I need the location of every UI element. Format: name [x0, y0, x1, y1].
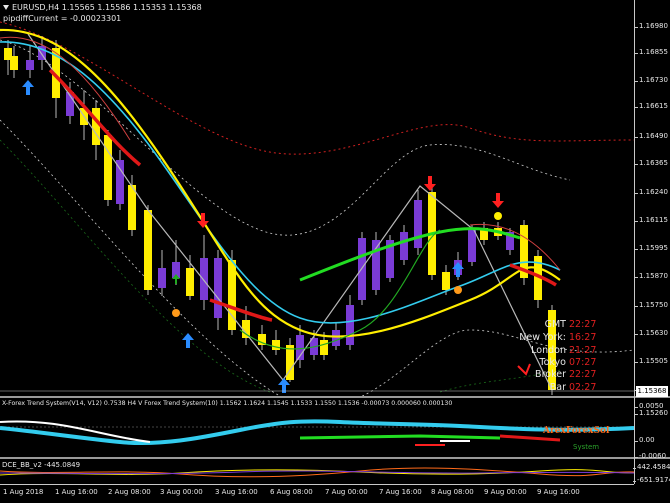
- price-tick-label: 1.16490: [635, 132, 668, 140]
- brand-sub-label: System: [573, 443, 600, 451]
- price-axis[interactable]: 1.16980 1.16855 1.16730 1.16615 1.16490 1.163…: [632, 0, 670, 484]
- mt4-chart-window: EURUSD,H4 1.15565 1.15586 1.15353 1.1536…: [0, 0, 670, 502]
- dce-bb-title: DCE_BB_v2 -445.0849: [2, 461, 81, 469]
- time-label: 9 Aug 16:00: [537, 488, 580, 496]
- clock-time: 22:27: [569, 319, 597, 330]
- time-label: 7 Aug 16:00: [379, 488, 422, 496]
- clock-time: 16:27: [569, 332, 597, 343]
- clock-label: New York:: [519, 332, 566, 343]
- ema-fast-line: [0, 28, 561, 338]
- bull-candle: [214, 258, 222, 318]
- clock-time: 21:27: [569, 345, 597, 356]
- indicator-tick-label: -0.0060: [634, 452, 667, 460]
- brand-watermark: ArexForexSol: [543, 426, 610, 436]
- bear-candle: [442, 272, 450, 290]
- bull-candle: [414, 200, 422, 248]
- signal-dot-icon: [172, 309, 180, 317]
- price-tick-label: 1.16115: [635, 216, 668, 224]
- price-tick-label: 1.15505: [635, 357, 668, 365]
- buy-arrow-icon: [22, 80, 34, 95]
- clock-label: Bar: [549, 382, 566, 393]
- sell-arrow-icon: [424, 176, 436, 191]
- trend-line-red: [499, 434, 561, 442]
- time-axis[interactable]: 1 Aug 2018 1 Aug 16:00 2 Aug 08:00 3 Aug 00…: [0, 484, 634, 503]
- bull-candle: [400, 232, 408, 260]
- price-tick-label: 1.16615: [635, 102, 668, 110]
- collapse-triangle-icon[interactable]: [3, 5, 9, 10]
- trend-line-green: [299, 434, 501, 440]
- time-label: 9 Aug 00:00: [484, 488, 527, 496]
- price-tick-label: 1.16980: [635, 22, 668, 30]
- time-label: 2 Aug 08:00: [108, 488, 151, 496]
- indicator-tick-label: 442.4584: [632, 463, 670, 471]
- price-tick-label: 1.15995: [635, 244, 668, 252]
- price-tick-label: 1.16730: [635, 76, 668, 84]
- time-label: 3 Aug 16:00: [215, 488, 258, 496]
- clock-time: 22:27: [569, 369, 597, 380]
- time-label: 8 Aug 08:00: [431, 488, 474, 496]
- bear-candle: [144, 210, 152, 290]
- clock-label: Tokyo: [539, 357, 566, 368]
- time-label: 3 Aug 00:00: [160, 488, 203, 496]
- clock-time: 07:27: [569, 357, 597, 368]
- ema-slow-line: [0, 41, 561, 324]
- clock-time: 02:27: [569, 382, 597, 393]
- indicator-tick-label: -651.9174: [633, 476, 670, 484]
- price-tick-label: 1.16365: [635, 159, 668, 167]
- bear-candle: [186, 268, 194, 296]
- indicator-tick-label: 0.0050: [635, 402, 664, 410]
- bull-candle: [200, 258, 208, 300]
- upper-band-line: [0, 39, 571, 236]
- chart-header: EURUSD,H4 1.15565 1.15586 1.15353 1.1536…: [3, 2, 202, 24]
- clock-label: Broker: [535, 369, 566, 380]
- clock-label: London: [531, 345, 566, 356]
- bull-candle: [26, 60, 34, 70]
- price-tick-label: 1.15630: [635, 329, 668, 337]
- bear-candle: [92, 108, 100, 145]
- signal-dot-icon: [494, 212, 502, 220]
- price-tick-label: 1.15870: [635, 272, 668, 280]
- price-tick-label: 1.15260: [635, 409, 668, 417]
- indicator-tick-label: 0.00: [635, 436, 655, 444]
- bull-candle: [116, 160, 124, 204]
- dce-bb-canvas: [0, 467, 634, 478]
- time-label: 1 Aug 2018: [3, 488, 44, 496]
- bull-candle: [158, 268, 166, 288]
- bear-candle: [10, 56, 18, 70]
- bear-candle: [104, 135, 112, 200]
- signal-dot-icon: [454, 286, 462, 294]
- buy-arrow-icon: [452, 262, 464, 277]
- pipdiff-line: pipdiffCurrent = -0.00023301: [3, 14, 122, 23]
- bull-candle: [468, 230, 476, 262]
- bear-candle: [128, 185, 136, 230]
- trend-system-title: X-Forex Trend System(V14, V12) 0.7538 H4…: [2, 400, 453, 407]
- current-price-label: 1.15368: [636, 386, 668, 397]
- time-label: 1 Aug 16:00: [55, 488, 98, 496]
- price-tick-label: 1.16855: [635, 48, 668, 56]
- dce-bb-pane[interactable]: [0, 459, 634, 484]
- time-label: 6 Aug 08:00: [270, 488, 313, 496]
- clock-label: GMT: [544, 319, 566, 330]
- time-label: 7 Aug 00:00: [325, 488, 368, 496]
- sell-arrow-icon: [492, 193, 504, 208]
- price-tick-label: 1.15750: [635, 301, 668, 309]
- price-tick-label: 1.16240: [635, 188, 668, 196]
- symbol-line: EURUSD,H4 1.15565 1.15586 1.15353 1.1536…: [3, 2, 202, 13]
